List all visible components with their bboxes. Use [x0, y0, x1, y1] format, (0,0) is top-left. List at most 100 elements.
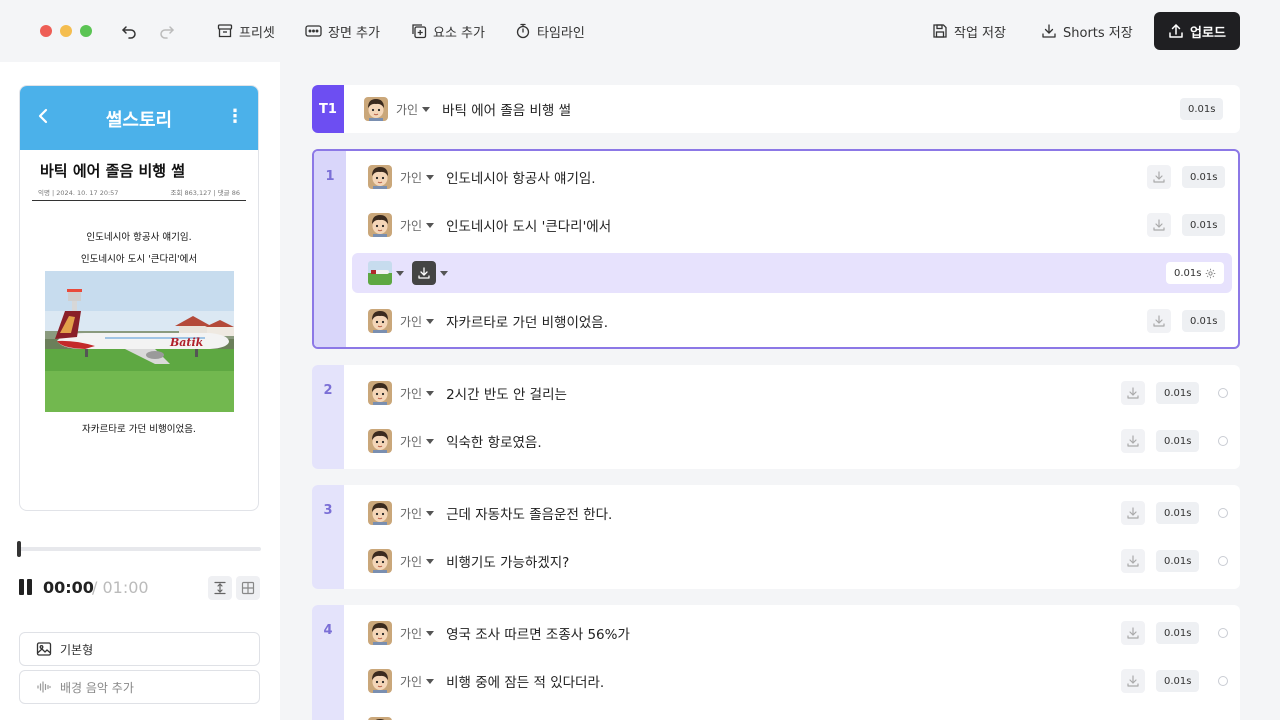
pause-button[interactable]	[19, 579, 33, 595]
insert-below-button[interactable]	[1147, 213, 1171, 237]
line-text[interactable]: 자카르타로 가던 비행이었음.	[446, 311, 608, 331]
row-select-radio[interactable]	[1218, 388, 1228, 398]
line-text[interactable]: 근데 자동차도 졸음운전 한다.	[446, 503, 612, 523]
line-text[interactable]: 영국 조사 따르면 조종사 56%가	[446, 623, 630, 643]
speaker-avatar[interactable]	[368, 501, 392, 525]
line-row[interactable]: 가인 자카르타로 가던 비행이었음.	[368, 301, 608, 341]
playback-progress-handle[interactable]	[17, 541, 21, 557]
window-close-dot[interactable]	[40, 25, 52, 37]
speaker-avatar[interactable]	[368, 381, 392, 405]
basic-style-button[interactable]: 기본형	[19, 632, 260, 666]
duration-badge[interactable]: 0.01s	[1156, 670, 1200, 692]
line-row[interactable]: 가인 인도네시아 도시 '큰다리'에서	[368, 205, 611, 245]
caret-down-icon[interactable]	[396, 270, 404, 276]
line-text[interactable]: 2시간 반도 안 걸리는	[446, 383, 567, 403]
save-work-button[interactable]: 작업 저장	[932, 18, 1006, 44]
duration-badge[interactable]: 0.01s	[1182, 166, 1226, 188]
line-row[interactable]: 가인 영국 조사 따르면 조종사 56%가	[368, 613, 630, 653]
duration-badge[interactable]: 0.01s	[1156, 550, 1200, 572]
caret-down-icon[interactable]	[440, 270, 448, 276]
title-row[interactable]: T1 가인 바틱 에어 졸음 비행 썰 0.01s	[312, 85, 1240, 133]
speaker-avatar[interactable]	[368, 165, 392, 189]
speaker-dropdown[interactable]: 가인	[400, 673, 435, 690]
insert-below-button[interactable]	[1121, 429, 1145, 453]
speaker-dropdown[interactable]: 가인	[396, 101, 431, 118]
duration-badge[interactable]: 0.01s	[1180, 98, 1224, 120]
scene-card-2[interactable]: 2 가인 2시간 반도 안 걸리는 0.01s 가인 익숙한 항로였음. 0.0…	[312, 365, 1240, 469]
preset-button[interactable]: 프리셋	[217, 18, 275, 44]
insert-below-button[interactable]	[1147, 165, 1171, 189]
add-bgm-button[interactable]: 배경 음악 추가	[19, 670, 260, 704]
scene-card-1[interactable]: 1 가인 인도네시아 항공사 얘기임. 0.01s 가인 인도네시아 도시 '큰…	[312, 149, 1240, 349]
speaker-dropdown[interactable]: 가인	[400, 313, 435, 330]
save-shorts-button[interactable]: Shorts 저장	[1041, 18, 1133, 44]
insert-below-button[interactable]	[1121, 669, 1145, 693]
speaker-dropdown[interactable]: 가인	[400, 625, 435, 642]
speaker-dropdown[interactable]: 가인	[400, 505, 435, 522]
arrow-down-box-icon	[1127, 387, 1139, 399]
insert-below-button[interactable]	[1121, 621, 1145, 645]
upload-button[interactable]: 업로드	[1154, 12, 1240, 50]
title-text[interactable]: 바틱 에어 졸음 비행 썰	[442, 99, 571, 119]
duration-badge[interactable]: 0.01s	[1156, 502, 1200, 524]
line-text[interactable]: 비행기도 가능하겠지?	[446, 551, 569, 571]
speaker-dropdown[interactable]: 가인	[400, 217, 435, 234]
duration-badge[interactable]: 0.01s	[1156, 382, 1200, 404]
redo-icon[interactable]	[157, 21, 177, 41]
speaker-avatar[interactable]	[368, 429, 392, 453]
speaker-dropdown[interactable]: 가인	[400, 433, 435, 450]
layout-button[interactable]	[236, 576, 260, 600]
row-select-radio[interactable]	[1218, 508, 1228, 518]
speaker-name: 가인	[396, 102, 419, 117]
speaker-avatar[interactable]	[368, 621, 392, 645]
duration-badge[interactable]: 0.01s	[1156, 622, 1200, 644]
insert-below-button[interactable]	[1121, 549, 1145, 573]
line-row[interactable]: 가인 비행 중에 잠든 적 있다더라.	[368, 661, 604, 701]
add-scene-button[interactable]: 장면 추가	[305, 18, 380, 44]
line-row[interactable]: 가인 인도네시아 항공사 얘기임.	[368, 157, 596, 197]
insert-below-button[interactable]	[1147, 309, 1171, 333]
speaker-dropdown[interactable]: 가인	[400, 169, 435, 186]
line-text[interactable]: 비행 중에 잠든 적 있다더라.	[446, 671, 604, 691]
insert-below-active-button[interactable]	[412, 261, 436, 285]
undo-icon[interactable]	[119, 21, 139, 41]
line-text[interactable]: 인도네시아 항공사 얘기임.	[446, 167, 596, 187]
line-text[interactable]: 인도네시아 도시 '큰다리'에서	[446, 215, 611, 235]
line-row[interactable]: 가인 비행기도 가능하겠지?	[368, 541, 569, 581]
window-minimize-dot[interactable]	[60, 25, 72, 37]
playback-progress-track[interactable]	[19, 547, 261, 551]
row-select-radio[interactable]	[1218, 436, 1228, 446]
duration-badge[interactable]: 0.01s	[1156, 430, 1200, 452]
insert-below-button[interactable]	[1121, 501, 1145, 525]
line-text[interactable]: 익숙한 항로였음.	[446, 431, 542, 451]
line-row-partial[interactable]	[368, 709, 392, 720]
fit-height-button[interactable]	[208, 576, 232, 600]
line-row[interactable]: 가인 2시간 반도 안 걸리는	[368, 373, 567, 413]
scene-number: 1	[314, 151, 346, 347]
speaker-avatar[interactable]	[368, 549, 392, 573]
row-select-radio[interactable]	[1218, 556, 1228, 566]
speaker-avatar[interactable]	[368, 669, 392, 693]
scene-card-3[interactable]: 3 가인 근데 자동차도 졸음운전 한다. 0.01s 가인 비행기도 가능하겠…	[312, 485, 1240, 589]
speaker-avatar[interactable]	[364, 97, 388, 121]
insert-below-button[interactable]	[1121, 381, 1145, 405]
timeline-button[interactable]: 타임라인	[515, 18, 585, 44]
duration-badge[interactable]: 0.01s	[1182, 310, 1226, 332]
line-row[interactable]: 가인 익숙한 항로였음.	[368, 421, 542, 461]
row-select-radio[interactable]	[1218, 676, 1228, 686]
image-duration-badge[interactable]: 0.01s	[1166, 262, 1225, 284]
window-zoom-dot[interactable]	[80, 25, 92, 37]
speaker-dropdown[interactable]: 가인	[400, 385, 435, 402]
speaker-dropdown[interactable]: 가인	[400, 553, 435, 570]
basic-style-label: 기본형	[60, 642, 94, 657]
speaker-name: 가인	[400, 218, 423, 233]
line-row[interactable]: 가인 근데 자동차도 졸음운전 한다.	[368, 493, 612, 533]
duration-badge[interactable]: 0.01s	[1182, 214, 1226, 236]
scene-card-4[interactable]: 4 가인 영국 조사 따르면 조종사 56%가 0.01s 가인 비행 중에 잠…	[312, 605, 1240, 720]
speaker-avatar[interactable]	[368, 213, 392, 237]
image-row[interactable]	[352, 253, 1232, 293]
add-element-button[interactable]: 요소 추가	[411, 18, 485, 44]
speaker-avatar[interactable]	[368, 309, 392, 333]
row-select-radio[interactable]	[1218, 628, 1228, 638]
image-thumbnail[interactable]	[368, 261, 392, 285]
